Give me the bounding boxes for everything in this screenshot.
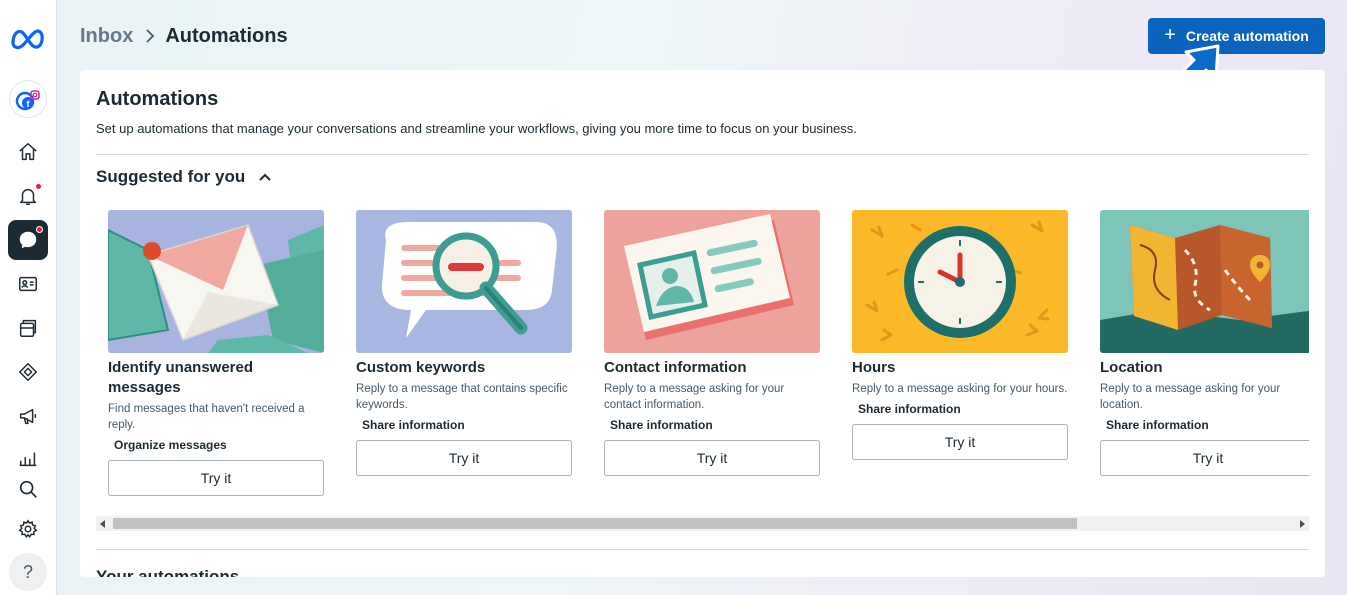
nav-home[interactable]	[8, 132, 48, 172]
breadcrumb: Inbox Automations	[80, 24, 288, 48]
card-description: Set up automations that manage your conv…	[96, 121, 857, 136]
card-title: Automations	[96, 88, 219, 110]
account-icon: f	[15, 90, 40, 111]
tile-title: Contact information	[604, 359, 747, 376]
tile-location: Location Reply to a message asking for y…	[1100, 210, 1309, 476]
tile-title: Custom keywords	[356, 359, 486, 376]
search-icon	[19, 480, 37, 498]
tile-hours: Hours Reply to a message asking for your…	[852, 210, 1068, 460]
tile-contact-information: Contact information Reply to a message a…	[604, 210, 820, 476]
nav-settings[interactable]	[8, 509, 48, 549]
try-it-button[interactable]: Try it	[852, 424, 1068, 460]
try-it-button[interactable]: Try it	[1100, 440, 1309, 476]
divider	[96, 154, 1309, 155]
tile-description: Find messages that haven't received a re…	[108, 403, 305, 431]
nav-marketing[interactable]	[8, 396, 48, 436]
content-icon	[19, 319, 37, 337]
plus-icon: +	[1164, 24, 1176, 46]
help-button[interactable]: ?	[9, 553, 47, 591]
id-card-illustration	[604, 210, 820, 353]
nav-ads[interactable]	[8, 352, 48, 392]
scrollbar-thumb[interactable]	[113, 518, 1077, 529]
nav-search[interactable]	[8, 469, 48, 509]
page-title: Automations	[165, 24, 288, 47]
inbox-alert-dot	[36, 226, 43, 233]
tile-description: Reply to a message asking for your conta…	[604, 383, 785, 411]
suggested-section-header[interactable]: Suggested for you	[96, 167, 271, 187]
automations-card: Automations Set up automations that mana…	[80, 70, 1325, 577]
tile-category: Share information	[1106, 418, 1209, 432]
megaphone-icon	[19, 408, 37, 425]
envelope-illustration	[108, 210, 324, 353]
contacts-icon	[19, 276, 37, 292]
nav-contacts[interactable]	[8, 264, 48, 304]
clock-illustration	[852, 210, 1068, 353]
horizontal-scrollbar[interactable]	[96, 516, 1309, 531]
tile-description: Reply to a message that contains specifi…	[356, 383, 568, 411]
tile-category: Share information	[362, 418, 465, 432]
insights-icon	[19, 452, 37, 467]
nav-content[interactable]	[8, 308, 48, 348]
tile-custom-keywords: Custom keywords Reply to a message that …	[356, 210, 572, 476]
notification-dot	[35, 183, 42, 190]
divider	[96, 549, 1309, 550]
tile-title: Hours	[852, 359, 896, 376]
create-automation-label: Create automation	[1185, 28, 1309, 44]
account-switcher[interactable]: f	[9, 80, 47, 118]
suggested-title: Suggested for you	[96, 167, 246, 186]
map-illustration	[1100, 210, 1309, 353]
nav-notifications[interactable]	[8, 176, 48, 216]
nav-inbox[interactable]	[8, 220, 48, 260]
tile-category: Organize messages	[114, 438, 227, 452]
home-icon	[19, 143, 37, 161]
gear-icon	[18, 519, 38, 539]
tile-description: Reply to a message asking for your hours…	[852, 383, 1068, 395]
try-it-button[interactable]: Try it	[108, 460, 324, 496]
tile-description: Reply to a message asking for your locat…	[1100, 383, 1281, 411]
sidebar: f ?	[0, 0, 57, 595]
scroll-right-icon[interactable]	[1300, 520, 1305, 528]
keyword-search-illustration	[356, 210, 572, 353]
help-icon: ?	[22, 561, 33, 582]
breadcrumb-inbox-link[interactable]: Inbox	[80, 25, 133, 48]
try-it-button[interactable]: Try it	[356, 440, 572, 476]
meta-logo-icon[interactable]	[10, 25, 46, 51]
suggestions-carousel: Identify unanswered messages Find messag…	[108, 210, 1309, 510]
scroll-left-icon[interactable]	[100, 520, 105, 528]
tile-title: Identify unanswered messages	[108, 359, 254, 396]
tile-title: Location	[1100, 359, 1163, 376]
try-it-button[interactable]: Try it	[604, 440, 820, 476]
chevron-right-icon	[145, 28, 155, 44]
tile-category: Share information	[858, 402, 961, 416]
tile-category: Share information	[610, 418, 713, 432]
chevron-up-icon	[259, 173, 271, 181]
ads-icon	[19, 363, 37, 381]
tile-unanswered-messages: Identify unanswered messages Find messag…	[108, 210, 324, 496]
your-automations-title: Your automations	[96, 567, 240, 577]
inbox-icon	[19, 231, 37, 249]
